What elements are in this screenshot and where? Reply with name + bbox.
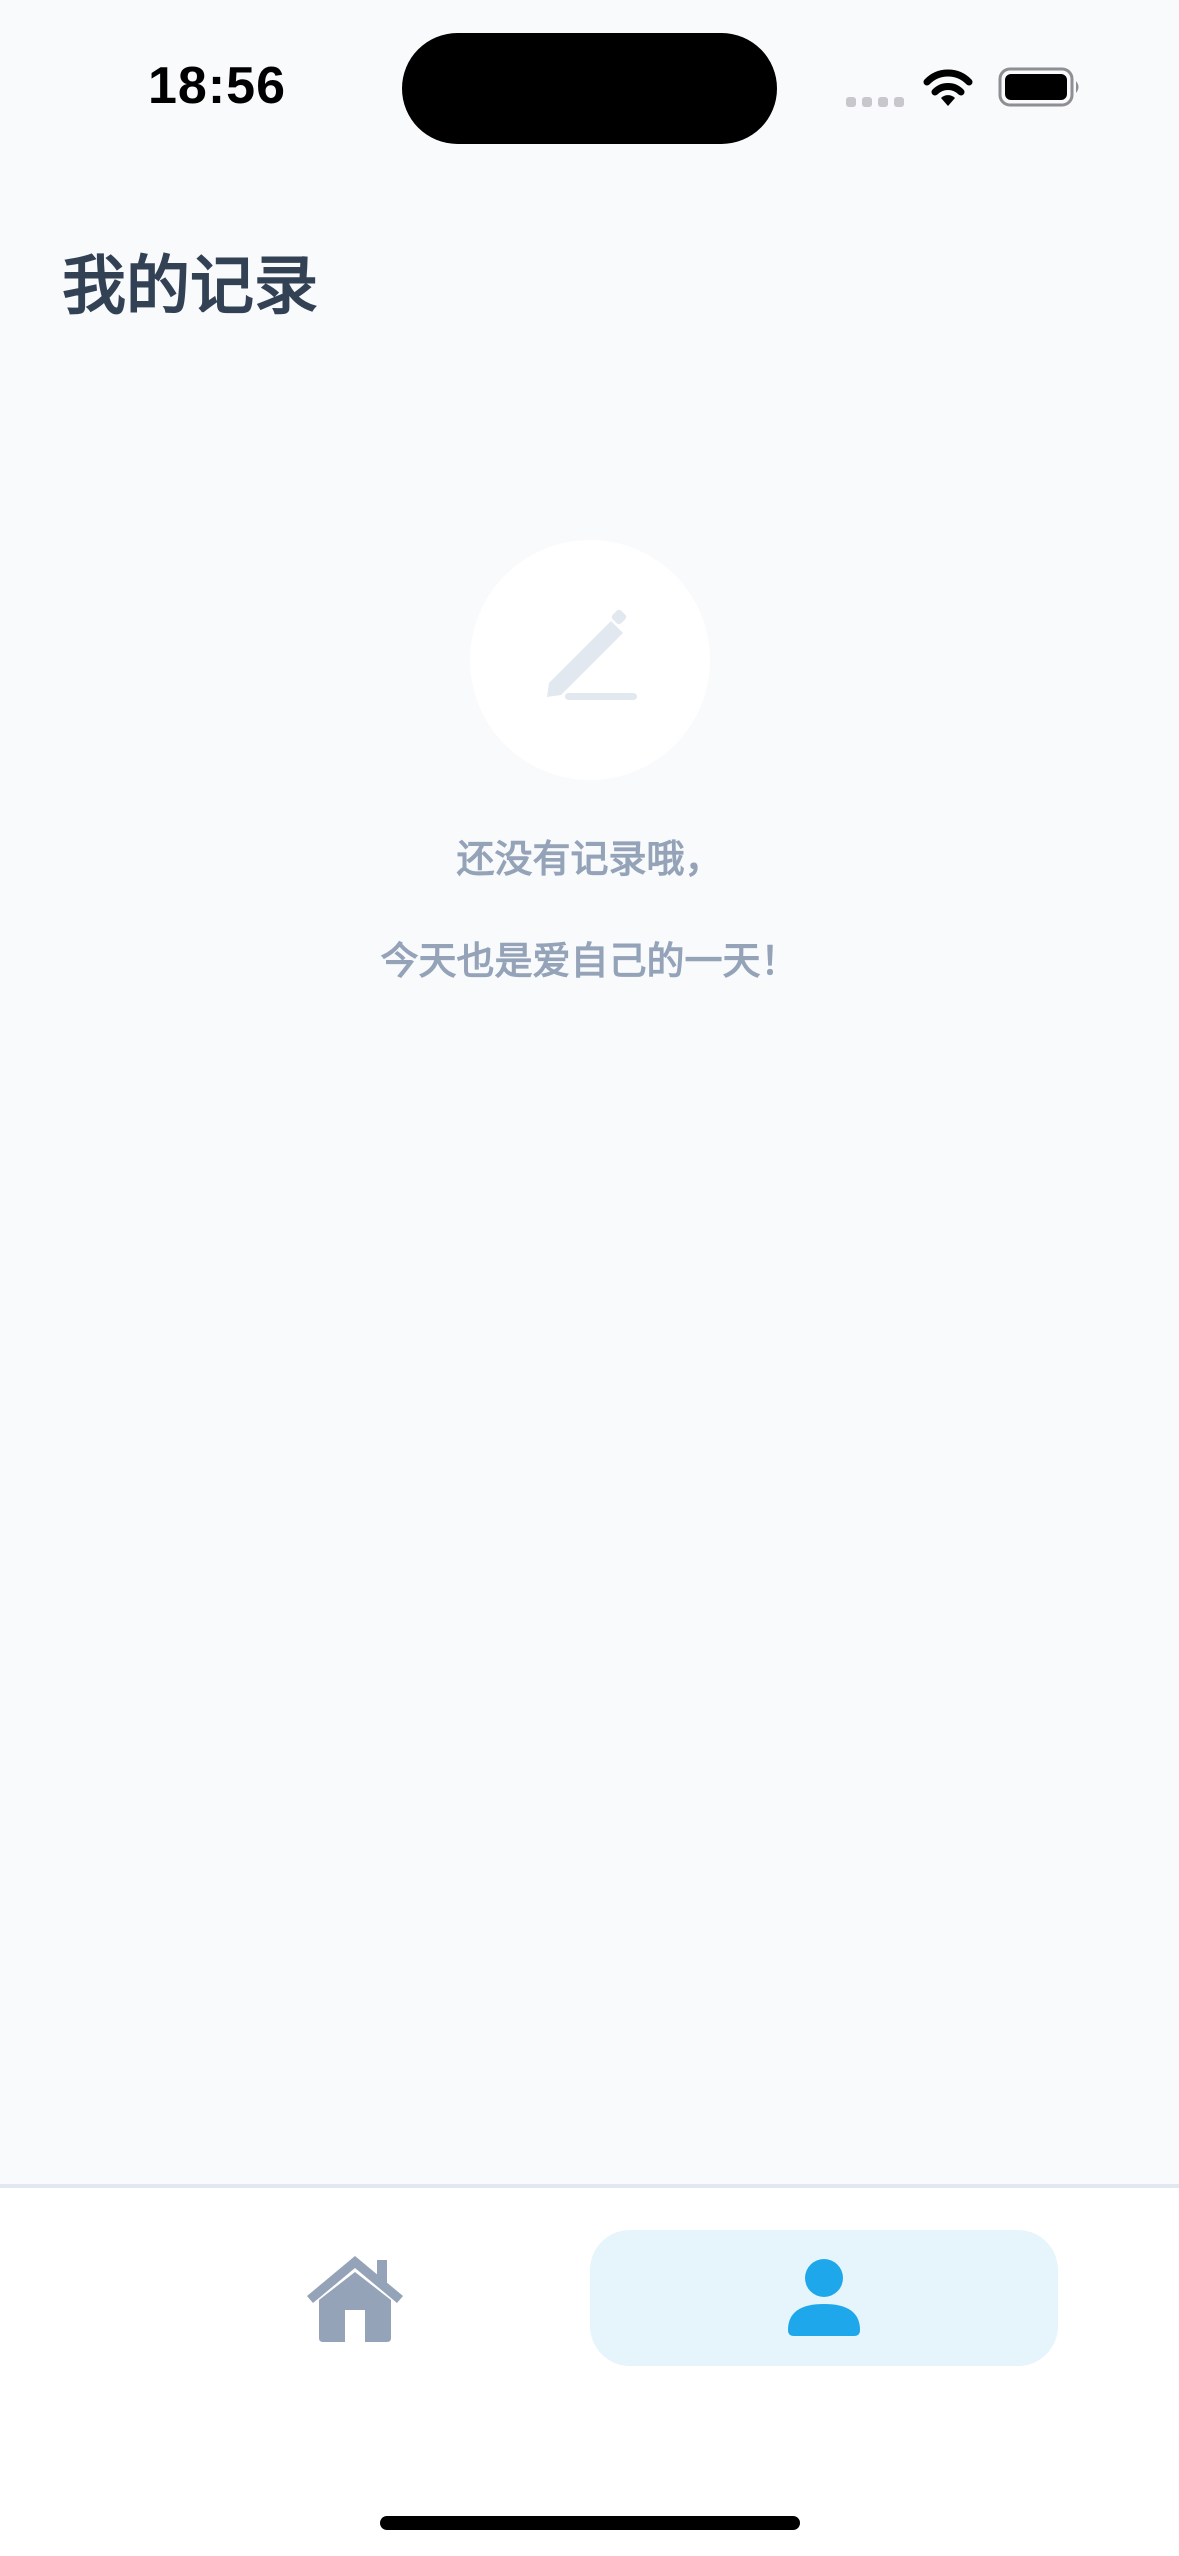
pencil-icon [547, 609, 637, 700]
home-indicator [380, 2516, 800, 2530]
cellular-signal-icon [846, 97, 904, 107]
dynamic-island [402, 33, 777, 144]
empty-state-message-line-1: 还没有记录哦， [456, 837, 723, 881]
tab-home[interactable] [120, 2230, 590, 2366]
wifi-icon [923, 69, 973, 106]
status-time: 18:56 [148, 57, 286, 115]
tab-bar [0, 2184, 1179, 2556]
home-icon [307, 2256, 403, 2342]
page-title: 我的记录 [62, 250, 318, 324]
screen: 18:56 我的记录 还没有记录哦， 今天也是爱自己的一天！ [0, 0, 1179, 2556]
person-icon [788, 2259, 860, 2336]
battery-icon [998, 67, 1079, 107]
empty-state-illustration [470, 540, 710, 780]
empty-state-message-line-2: 今天也是爱自己的一天！ [380, 939, 799, 983]
tab-profile[interactable] [590, 2230, 1058, 2366]
